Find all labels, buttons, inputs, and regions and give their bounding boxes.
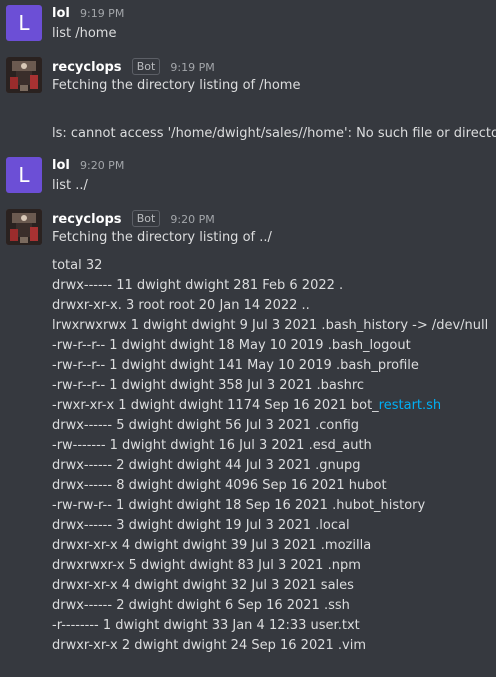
- listing-line: drwxrwxr-x 5 dwight dwight 83 Jul 3 2021…: [52, 558, 361, 573]
- avatar-letter: L: [18, 163, 30, 187]
- file-link[interactable]: restart.sh: [379, 398, 441, 413]
- listing-line: drwxr-xr-x 4 dwight dwight 32 Jul 3 2021…: [52, 578, 354, 593]
- listing-line: drwx------ 11 dwight dwight 281 Feb 6 20…: [52, 278, 344, 293]
- avatar[interactable]: L: [6, 157, 42, 193]
- timestamp[interactable]: 9:20 PM: [170, 213, 214, 226]
- listing-line: drwx------ 2 dwight dwight 44 Jul 3 2021…: [52, 458, 361, 473]
- message-text: list /home: [52, 26, 117, 41]
- listing-line: drwx------ 8 dwight dwight 4096 Sep 16 2…: [52, 478, 387, 493]
- listing-line: drwxr-xr-x. 3 root root 20 Jan 14 2022 .…: [52, 298, 310, 313]
- listing-line-with-link: -rwxr-xr-x 1 dwight dwight 1174 Sep 16 2…: [52, 396, 441, 416]
- username[interactable]: lol: [52, 6, 70, 21]
- timestamp[interactable]: 9:20 PM: [80, 159, 124, 172]
- message-lol-2: L lol 9:20 PM list ../: [0, 152, 496, 202]
- listing-line: -rw------- 1 dwight dwight 16 Jul 3 2021…: [52, 438, 372, 453]
- listing-line: -rw-r--r-- 1 dwight dwight 18 May 10 201…: [52, 338, 411, 353]
- robot-avatar-image: [6, 209, 42, 245]
- username[interactable]: recyclops: [52, 212, 122, 227]
- avatar-letter: L: [18, 11, 30, 35]
- listing-line: -rw-r--r-- 1 dwight dwight 358 Jul 3 202…: [52, 378, 365, 393]
- listing-line: drwx------ 5 dwight dwight 56 Jul 3 2021…: [52, 418, 360, 433]
- listing-line: drwx------ 2 dwight dwight 6 Sep 16 2021…: [52, 598, 350, 613]
- bot-badge: Bot: [131, 58, 161, 75]
- message-recyclops-1: recyclops Bot 9:19 PM Fetching the direc…: [0, 52, 496, 148]
- listing-line: -rw-r--r-- 1 dwight dwight 141 May 10 20…: [52, 358, 419, 373]
- listing-line: lrwxrwxrwx 1 dwight dwight 9 Jul 3 2021 …: [52, 318, 489, 333]
- timestamp[interactable]: 9:19 PM: [80, 7, 124, 20]
- avatar[interactable]: L: [6, 5, 42, 41]
- message-header: lol 9:20 PM: [52, 158, 124, 173]
- message-text: ls: cannot access '/home/dwight/sales//h…: [52, 126, 496, 141]
- username[interactable]: recyclops: [52, 60, 122, 75]
- listing-line: -r-------- 1 dwight dwight 33 Jan 4 12:3…: [52, 618, 360, 633]
- message-lol-1: L lol 9:19 PM list /home: [0, 0, 496, 50]
- message-text: list ../: [52, 178, 88, 193]
- message-text: Fetching the directory listing of /home: [52, 78, 301, 93]
- bot-avatar[interactable]: [6, 57, 42, 93]
- listing-text: -rwxr-xr-x 1 dwight dwight 1174 Sep 16 2…: [52, 398, 379, 413]
- message-header: recyclops Bot 9:20 PM: [52, 210, 215, 227]
- message-recyclops-2: recyclops Bot 9:20 PM Fetching the direc…: [0, 204, 496, 674]
- timestamp[interactable]: 9:19 PM: [170, 61, 214, 74]
- username[interactable]: lol: [52, 158, 70, 173]
- message-text: Fetching the directory listing of ../: [52, 230, 272, 245]
- bot-badge: Bot: [131, 210, 161, 227]
- listing-line: drwxr-xr-x 4 dwight dwight 39 Jul 3 2021…: [52, 538, 372, 553]
- listing-line: total 32: [52, 258, 103, 273]
- robot-avatar-image: [6, 57, 42, 93]
- listing-line: drwxr-xr-x 2 dwight dwight 24 Sep 16 202…: [52, 638, 366, 653]
- listing-line: -rw-rw-r-- 1 dwight dwight 18 Sep 16 202…: [52, 498, 426, 513]
- listing-line: drwx------ 3 dwight dwight 19 Jul 3 2021…: [52, 518, 350, 533]
- message-header: lol 9:19 PM: [52, 6, 124, 21]
- bot-avatar[interactable]: [6, 209, 42, 245]
- message-header: recyclops Bot 9:19 PM: [52, 58, 215, 75]
